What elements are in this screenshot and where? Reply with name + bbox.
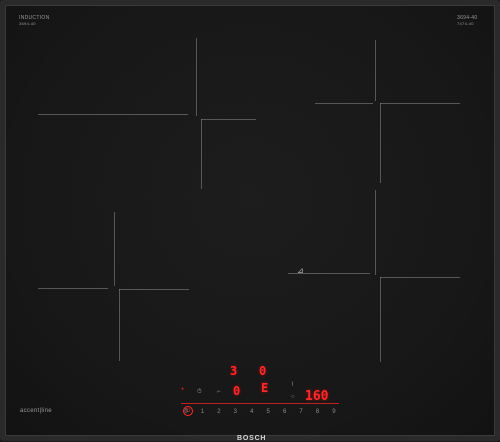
frying-icon[interactable]: ⌐ — [217, 389, 221, 395]
top-left-sublabel: 3694-40 — [19, 21, 36, 26]
slider-4[interactable]: 4 — [247, 409, 257, 415]
power-boost-icon[interactable]: + — [181, 387, 185, 393]
zone-display-0-mid: 0 — [233, 384, 241, 398]
zone-top-left-corner-h — [201, 119, 256, 120]
slider-3[interactable]: 3 — [230, 409, 240, 415]
zone-bottom-right-vertical-upper — [375, 190, 376, 275]
zone-bottom-left-horizontal — [38, 288, 108, 289]
accent-line-label: accent|line — [20, 408, 52, 414]
temperature-display: 160 — [305, 389, 329, 404]
slider-2[interactable]: 2 — [214, 409, 224, 415]
slider-8[interactable]: 8 — [313, 409, 323, 415]
zone-display-0-top: 0 — [259, 364, 267, 378]
zone-bottom-left-corner-v — [119, 289, 120, 361]
induction-hob: INDUCTION 3694-40 3694-40 7474-40 accent… — [0, 0, 500, 442]
flex-zone-icon: ⊿ — [297, 266, 304, 275]
slider-5[interactable]: 5 — [263, 409, 273, 415]
zone-bottom-left-corner-h — [119, 289, 189, 290]
zone-top-right-corner-v — [380, 103, 381, 183]
zone-top-left-vertical-upper — [196, 38, 197, 116]
slider-6[interactable]: 6 — [280, 409, 290, 415]
timer-icon[interactable]: ⏱ — [197, 389, 202, 396]
zone-top-right-corner-h — [380, 103, 460, 104]
zone-bottom-right-corner-v — [380, 277, 381, 362]
slider-1[interactable]: 1 — [197, 409, 207, 415]
zone-top-right-horizontal — [315, 103, 373, 104]
zone-bottom-left-vertical-upper — [114, 212, 115, 286]
zone-bottom-right-corner-h — [380, 277, 460, 278]
slider-7[interactable]: 7 — [296, 409, 306, 415]
zone-top-left-corner-v — [201, 119, 202, 189]
slider-0[interactable]: 0 — [181, 409, 191, 415]
zone-top-left-horizontal — [38, 114, 188, 115]
zone-display-e: E — [261, 381, 269, 395]
zone-display-3: 3 — [230, 364, 238, 378]
clock-icon[interactable]: ○ — [291, 394, 295, 400]
top-right-sublabel: 7474-40 — [457, 21, 474, 26]
slider-9[interactable]: 9 — [329, 409, 339, 415]
zone-top-right-vertical-upper — [375, 40, 376, 101]
power-slider-track[interactable] — [181, 403, 339, 404]
power-slider[interactable]: 0 1 2 3 4 5 6 7 8 9 — [181, 407, 339, 417]
wifi-icon[interactable]: ⌇ — [291, 381, 294, 388]
